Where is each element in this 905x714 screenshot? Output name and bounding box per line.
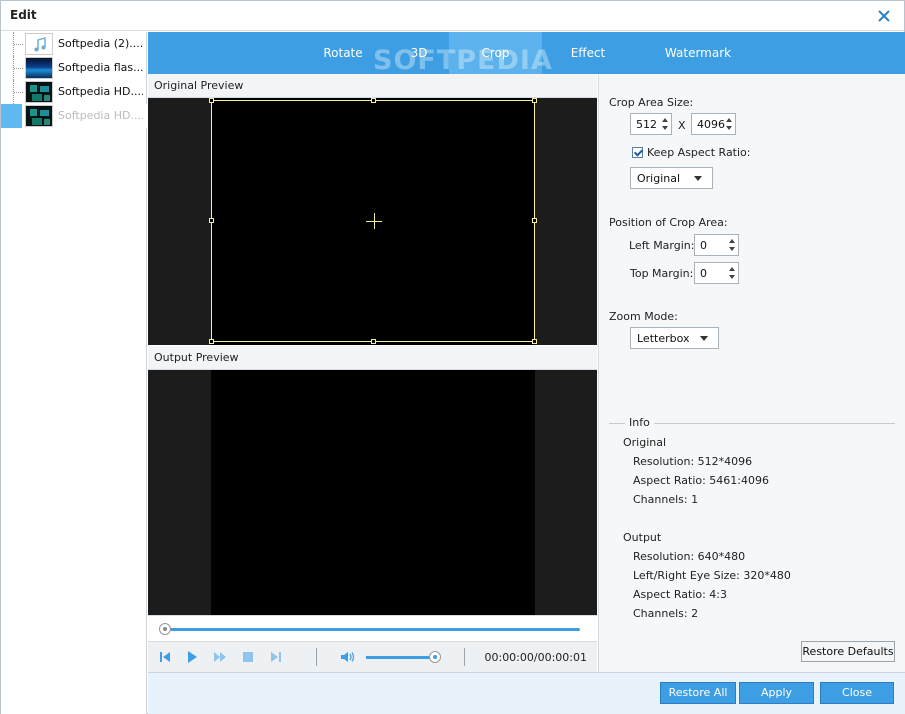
aspect-ratio-value: Original: [637, 172, 681, 185]
crop-handle-top-right[interactable]: [532, 98, 537, 103]
left-margin-label: Left Margin:: [629, 239, 695, 252]
chevron-down-icon: [694, 176, 702, 181]
output-video-frame: [211, 370, 535, 615]
seek-bar[interactable]: [164, 628, 580, 631]
separator: [316, 648, 317, 666]
crop-handle-bottom-right[interactable]: [532, 339, 537, 344]
info-title: Info: [625, 416, 654, 429]
output-preview: [148, 370, 597, 615]
output-resolution: Resolution: 640*480: [633, 550, 746, 563]
restore-defaults-button[interactable]: Restore Defaults: [801, 641, 895, 662]
zoom-mode-label: Zoom Mode:: [609, 310, 678, 323]
size-separator-x: X: [678, 119, 686, 132]
volume-slider[interactable]: [366, 656, 436, 659]
left-margin-stepper[interactable]: [694, 234, 739, 256]
tree-connector: [13, 80, 23, 104]
stepper-arrows-icon[interactable]: [725, 116, 733, 132]
crop-position-label: Position of Crop Area:: [609, 216, 728, 229]
chevron-down-icon: [700, 336, 708, 341]
output-channels: Channels: 2: [633, 607, 699, 620]
file-list: Softpedia (2).... Softpedia flas... Soft…: [1, 32, 147, 714]
aspect-ratio-dropdown[interactable]: Original: [630, 167, 713, 189]
crop-handle-top[interactable]: [371, 98, 376, 103]
footer-bar: Restore All Apply Close: [148, 672, 905, 714]
file-name: Softpedia flas...: [58, 61, 143, 74]
stepper-arrows-icon[interactable]: [661, 116, 669, 132]
close-button[interactable]: Close: [820, 682, 894, 704]
output-preview-header: Output Preview: [148, 346, 597, 370]
output-aspect-ratio: Aspect Ratio: 4:3: [633, 588, 728, 601]
tab-crop[interactable]: Crop: [449, 32, 542, 74]
left-margin-input[interactable]: [695, 235, 728, 255]
tree-connector: [13, 56, 23, 80]
crop-handle-left[interactable]: [209, 218, 214, 223]
crop-handle-bottom-left[interactable]: [209, 339, 214, 344]
edit-tabs: Rotate 3D Crop Effect Watermark: [148, 32, 905, 74]
skip-to-start-icon[interactable]: [158, 650, 172, 664]
fast-forward-icon[interactable]: [213, 650, 227, 664]
keep-aspect-checkbox[interactable]: [632, 147, 643, 158]
selection-marker: [1, 104, 22, 128]
crosshair-icon: [374, 213, 375, 229]
seek-handle[interactable]: [159, 623, 171, 635]
tree-connector: [13, 32, 23, 56]
original-info-label: Original: [623, 436, 667, 449]
flash-video-thumbnail: [25, 57, 53, 79]
original-preview[interactable]: [148, 98, 597, 345]
play-icon[interactable]: [185, 650, 199, 664]
stop-icon[interactable]: [241, 650, 255, 664]
original-preview-label: Original Preview: [154, 79, 244, 92]
file-name: Softpedia HD....: [58, 109, 143, 122]
close-icon[interactable]: [874, 6, 894, 26]
file-item[interactable]: Softpedia (2)....: [1, 32, 147, 56]
stepper-arrows-icon[interactable]: [728, 237, 736, 253]
apply-button[interactable]: Apply: [739, 682, 814, 704]
stepper-arrows-icon[interactable]: [728, 265, 736, 281]
zoom-mode-dropdown[interactable]: Letterbox: [630, 327, 719, 349]
crop-settings-panel: Crop Area Size: X Keep Aspect Ratio: Ori…: [598, 74, 905, 672]
original-resolution: Resolution: 512*4096: [633, 455, 753, 468]
time-display: 00:00:00/00:00:01: [484, 651, 587, 664]
top-margin-stepper[interactable]: [694, 262, 739, 284]
tab-watermark[interactable]: Watermark: [648, 32, 748, 74]
crop-frame[interactable]: [209, 98, 537, 344]
volume-handle[interactable]: [429, 651, 441, 663]
crop-width-input[interactable]: [631, 114, 661, 134]
keep-aspect-label: Keep Aspect Ratio:: [647, 146, 751, 159]
edit-window: Edit Softpedia (2).... Softpedia flas...: [0, 0, 905, 714]
crop-height-stepper[interactable]: [691, 113, 736, 135]
original-preview-header: Original Preview: [148, 74, 597, 98]
output-info-label: Output: [623, 531, 662, 544]
skip-to-end-icon[interactable]: [269, 650, 283, 664]
crop-handle-right[interactable]: [532, 218, 537, 223]
crop-handle-bottom[interactable]: [371, 339, 376, 344]
window-title: Edit: [10, 8, 37, 22]
file-item-selected[interactable]: Softpedia HD....: [1, 104, 147, 128]
player-controls: 00:00:00/00:00:01: [148, 641, 597, 672]
zoom-mode-value: Letterbox: [637, 332, 690, 345]
separator: [464, 648, 465, 666]
title-bar: Edit: [1, 1, 904, 31]
tab-effect[interactable]: Effect: [543, 32, 633, 74]
hd-video-thumbnail: [25, 105, 53, 127]
file-name: Softpedia HD....: [58, 85, 143, 98]
seek-bar-area: [148, 615, 597, 641]
crop-width-stepper[interactable]: [630, 113, 672, 135]
file-item[interactable]: Softpedia flas...: [1, 56, 147, 80]
volume-icon[interactable]: [340, 650, 356, 664]
output-eye-size: Left/Right Eye Size: 320*480: [633, 569, 791, 582]
hd-video-thumbnail: [25, 81, 53, 103]
crop-handle-top-left[interactable]: [209, 98, 214, 103]
restore-all-button[interactable]: Restore All: [660, 682, 736, 704]
output-preview-label: Output Preview: [154, 351, 239, 364]
top-margin-label: Top Margin:: [630, 267, 694, 280]
file-item[interactable]: Softpedia HD....: [1, 80, 147, 104]
crop-height-input[interactable]: [692, 114, 725, 134]
top-margin-input[interactable]: [695, 263, 728, 283]
music-note-icon: [25, 33, 53, 55]
file-name: Softpedia (2)....: [58, 37, 143, 50]
original-aspect-ratio: Aspect Ratio: 5461:4096: [633, 474, 770, 487]
crop-area-size-label: Crop Area Size:: [609, 96, 694, 109]
original-channels: Channels: 1: [633, 493, 699, 506]
